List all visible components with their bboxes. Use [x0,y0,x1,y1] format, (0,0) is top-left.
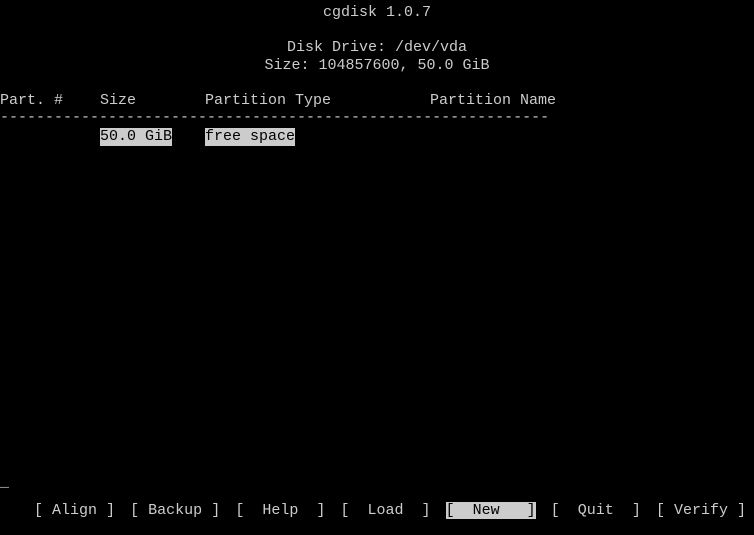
col-type: Partition Type [205,92,430,109]
disk-drive-label: Disk Drive: /dev/vda [0,39,754,56]
app-title: cgdisk 1.0.7 [0,4,754,21]
menu-verify[interactable]: [ Verify ] [656,502,746,519]
table-header: Part. # Size Partition Type Partition Na… [0,92,754,109]
menu-align[interactable]: [ Align ] [34,502,115,519]
cursor-indicator: _ [0,474,9,491]
menu-load[interactable]: [ Load ] [340,502,430,519]
menu-quit[interactable]: [ Quit ] [551,502,641,519]
row-size: 50.0 GiB [100,128,172,145]
menu-help[interactable]: [ Help ] [235,502,325,519]
col-size: Size [100,92,205,109]
partition-row[interactable]: 50.0 GiB free space [0,128,754,145]
menu-backup[interactable]: [ Backup ] [130,502,220,519]
row-part-num [0,128,100,145]
col-name: Partition Name [430,92,754,109]
row-type: free space [205,128,295,145]
header-divider: ----------------------------------------… [0,109,754,126]
menu-bar: [ Align ] [ Backup ] [ Help ] [ Load ] [… [34,502,746,519]
col-part-num: Part. # [0,92,100,109]
menu-new[interactable]: [ New ] [446,502,536,519]
disk-size-label: Size: 104857600, 50.0 GiB [0,57,754,74]
